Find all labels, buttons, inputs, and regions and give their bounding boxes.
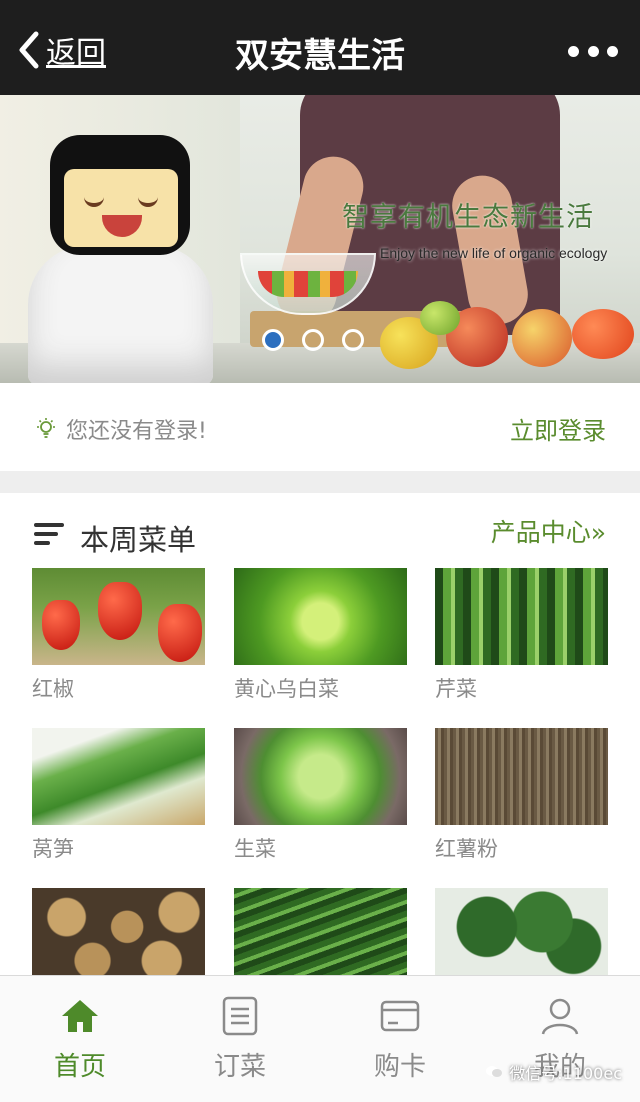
tab-label: 购卡 — [373, 1052, 426, 1082]
watermark-text: 微信号:1100ec — [509, 1064, 622, 1083]
red-pepper-photo — [32, 568, 205, 665]
product-name: 芹菜 — [435, 677, 477, 701]
potato-photo — [32, 888, 205, 985]
robot-illustration — [28, 245, 213, 383]
apple-fruit — [512, 309, 572, 367]
banner-subtitle: Enjoy the new life of organic ecology — [380, 245, 608, 261]
carousel-dot[interactable] — [262, 329, 284, 351]
more-dot-icon — [587, 45, 599, 57]
back-label: 返回 — [46, 36, 106, 71]
robot-eye — [84, 197, 104, 207]
bok-choy-photo — [234, 568, 407, 665]
order-list-icon — [222, 996, 258, 1036]
grape-fruit — [420, 301, 460, 335]
home-icon — [62, 1000, 98, 1032]
tab-order[interactable]: 订菜 — [160, 976, 320, 1102]
product-name: 黄心乌白菜 — [234, 677, 339, 701]
lettuce-photo — [234, 728, 407, 825]
lightbulb-icon — [37, 418, 55, 438]
product-card[interactable]: 黄心乌白菜 — [234, 568, 407, 703]
lettuce-stem-photo — [32, 728, 205, 825]
robot-mouth — [102, 215, 142, 237]
celery-photo — [435, 568, 608, 665]
card-icon — [380, 1000, 420, 1032]
scallion-photo — [234, 888, 407, 985]
robot-eye — [138, 197, 158, 207]
carousel-dot[interactable] — [342, 329, 364, 351]
product-name: 生菜 — [234, 837, 276, 861]
more-dot-icon — [568, 45, 579, 57]
chevron-left-icon — [19, 31, 39, 69]
product-card[interactable]: 红薯粉 — [435, 728, 608, 863]
login-hint: 您还没有登录! — [34, 413, 207, 445]
banner-headline: 智享有机生态新生活 — [342, 202, 594, 233]
tab-home[interactable]: 首页 — [0, 976, 160, 1102]
tomato-fruit — [572, 309, 634, 359]
back-button[interactable]: 返回 — [18, 28, 106, 72]
robot-face — [64, 169, 178, 247]
product-center-link[interactable]: 产品中心» — [491, 513, 606, 549]
product-name: 红薯粉 — [435, 837, 498, 861]
section-divider — [0, 471, 640, 493]
salad — [258, 271, 358, 297]
product-name: 红椒 — [32, 677, 74, 701]
login-now-link[interactable]: 立即登录 — [510, 411, 606, 446]
login-bar: 您还没有登录! 立即登录 — [0, 383, 640, 471]
tab-card[interactable]: 购卡 — [320, 976, 480, 1102]
more-menu-button[interactable] — [568, 36, 618, 66]
navbar: 返回 双安慧生活 — [0, 0, 640, 95]
login-hint-text: 您还没有登录! — [66, 419, 207, 444]
wechat-icon — [486, 1066, 503, 1077]
banner-carousel[interactable]: 智享有机生态新生活 Enjoy the new life of organic … — [0, 95, 640, 383]
product-card[interactable]: 红椒 — [32, 568, 205, 703]
product-card[interactable]: 生菜 — [234, 728, 407, 863]
product-name: 莴笋 — [32, 837, 74, 861]
menu-list-icon — [34, 523, 64, 545]
broccoli-photo — [435, 888, 608, 985]
weekly-menu-header: 本周菜单 产品中心» — [0, 493, 640, 565]
tab-label: 订菜 — [213, 1052, 266, 1082]
sweet-potato-noodle-photo — [435, 728, 608, 825]
tab-label: 首页 — [53, 1052, 106, 1082]
carousel-indicator — [262, 329, 364, 351]
more-dot-icon — [607, 45, 618, 57]
wechat-watermark: 微信号:1100ec — [485, 1060, 622, 1084]
product-card[interactable]: 芹菜 — [435, 568, 608, 703]
carousel-dot[interactable] — [302, 329, 324, 351]
user-icon — [541, 998, 579, 1035]
section-title: 本周菜单 — [80, 523, 197, 557]
product-card[interactable]: 莴笋 — [32, 728, 205, 863]
